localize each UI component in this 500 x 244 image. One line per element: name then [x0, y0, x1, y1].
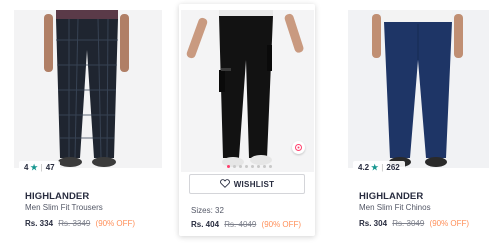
product-card[interactable]: 4.2 ★ | 262 HIGHLANDER Men Slim Fit Chin…	[348, 0, 489, 244]
carousel-dot[interactable]	[239, 165, 242, 168]
price-row: Rs. 404 Rs. 4049 (90% OFF)	[191, 220, 301, 229]
carousel-dot[interactable]	[227, 165, 230, 168]
discount-percent: (90% OFF)	[95, 219, 136, 228]
discounted-price: Rs. 334	[25, 219, 54, 228]
carousel-dot[interactable]	[263, 165, 266, 168]
product-image[interactable]	[14, 10, 162, 168]
discounted-price: Rs. 404	[191, 220, 220, 229]
image-carousel-dots[interactable]	[227, 165, 272, 168]
rating-badge: 4.2 ★ | 262	[353, 161, 405, 174]
rating-value: 4	[24, 163, 29, 172]
product-name: Men Slim Fit Trousers	[25, 203, 103, 212]
carousel-dot[interactable]	[269, 165, 272, 168]
wishlist-label: WISHLIST	[233, 179, 275, 189]
heart-icon	[219, 178, 230, 190]
product-image[interactable]	[348, 10, 489, 168]
product-card[interactable]: 4 ★ | 47 HIGHLANDER Men Slim Fit Trouser…	[14, 0, 162, 244]
brand-name: HIGHLANDER	[359, 191, 424, 202]
rating-separator: |	[381, 163, 384, 172]
original-price: Rs. 3049	[392, 219, 425, 228]
discount-percent: (90% OFF)	[429, 219, 470, 228]
rating-count: 47	[45, 163, 55, 172]
price-row: Rs. 334 Rs. 3349 (90% OFF)	[25, 219, 135, 228]
available-sizes: Sizes: 32	[191, 206, 224, 215]
price-row: Rs. 304 Rs. 3049 (90% OFF)	[359, 219, 469, 228]
star-icon: ★	[371, 163, 379, 172]
rating-value: 4.2	[358, 163, 370, 172]
carousel-dot[interactable]	[245, 165, 248, 168]
rating-count: 262	[386, 163, 400, 172]
brand-name: HIGHLANDER	[25, 191, 90, 202]
original-price: Rs. 3349	[58, 219, 91, 228]
carousel-dot[interactable]	[233, 165, 236, 168]
product-card-hovered[interactable]: WISHLIST Sizes: 32 Rs. 404 Rs. 4049 (90%…	[181, 0, 314, 244]
wishlist-button[interactable]: WISHLIST	[189, 174, 305, 194]
carousel-dot[interactable]	[257, 165, 260, 168]
view-similar-icon[interactable]	[292, 141, 305, 154]
rating-badge: 4 ★ | 47	[19, 161, 60, 174]
product-name: Men Slim Fit Chinos	[359, 203, 431, 212]
original-price: Rs. 4049	[224, 220, 257, 229]
rating-separator: |	[40, 163, 43, 172]
star-icon: ★	[30, 163, 38, 172]
discount-percent: (90% OFF)	[261, 220, 302, 229]
discounted-price: Rs. 304	[359, 219, 388, 228]
carousel-dot[interactable]	[251, 165, 254, 168]
